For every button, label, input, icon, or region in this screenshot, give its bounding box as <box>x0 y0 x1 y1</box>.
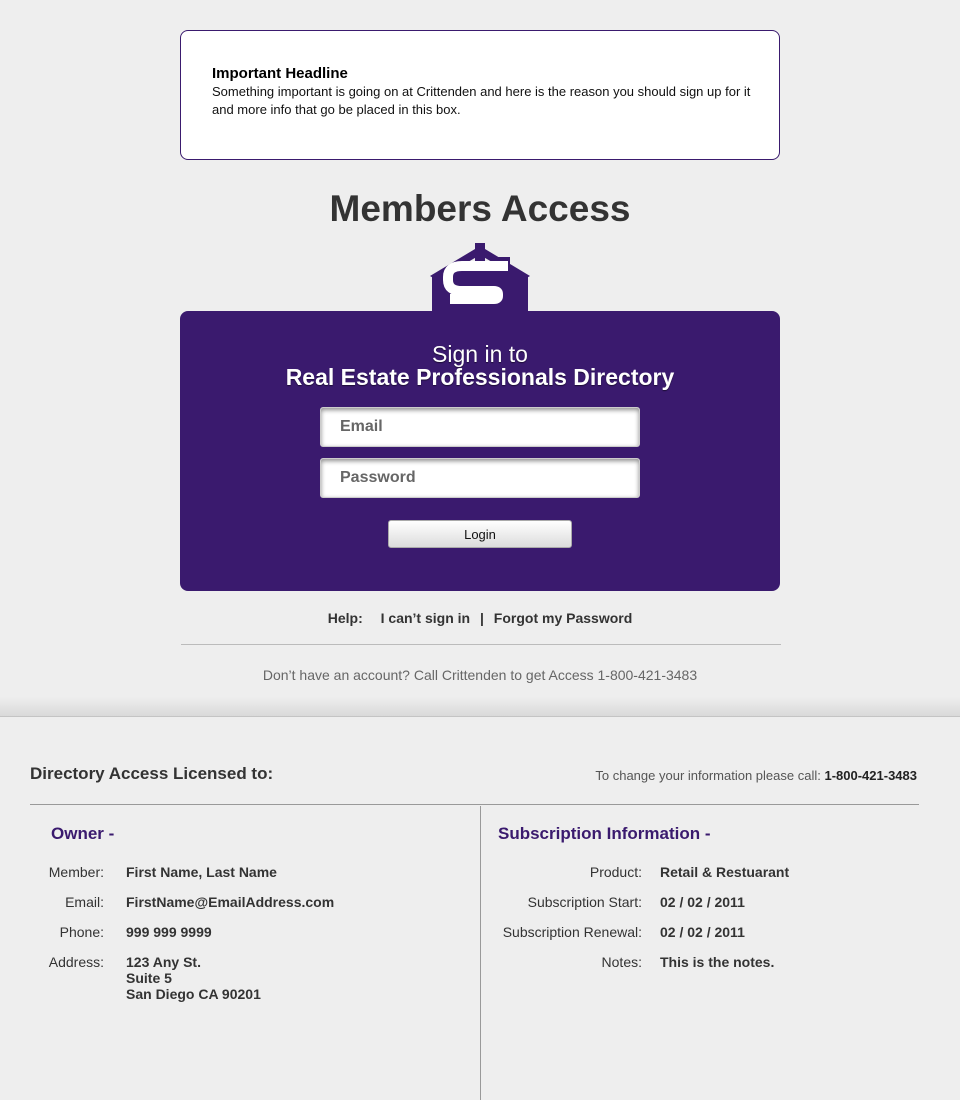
notes-label: Notes: <box>601 954 642 970</box>
house-dollar-icon <box>430 243 530 312</box>
subscription-renewal-value: 02 / 02 / 2011 <box>660 924 745 940</box>
notice-body: Something important is going on at Critt… <box>212 84 751 117</box>
change-info-phone: 1-800-421-3483 <box>824 768 917 783</box>
change-info-label: To change your information please call: <box>595 768 821 783</box>
owner-heading: Owner - <box>51 824 115 843</box>
page-title: Members Access <box>329 188 631 229</box>
section-shadow <box>0 697 960 717</box>
notes-value: This is the notes. <box>660 954 775 970</box>
subscription-renewal-label: Subscription Renewal: <box>502 924 642 940</box>
section-divider <box>0 716 960 717</box>
email-field[interactable] <box>320 407 640 447</box>
member-label: Member: <box>48 864 104 880</box>
no-account-text: Don’t have an account? Call Crittenden t… <box>262 667 698 683</box>
login-button[interactable]: Login <box>388 520 572 548</box>
divider <box>181 644 781 645</box>
product-value: Retail & Restuarant <box>660 864 790 880</box>
help-label: Help: <box>327 610 363 626</box>
signin-panel: Sign in to Real Estate Professionals Dir… <box>180 311 780 591</box>
member-value: First Name, Last Name <box>126 864 277 880</box>
address-line-2: Suite 5 <box>126 970 172 986</box>
license-divider <box>30 804 919 805</box>
address-line-1: 123 Any St. <box>126 954 201 970</box>
help-separator: | <box>479 610 484 626</box>
subscription-start-value: 02 / 02 / 2011 <box>660 894 745 910</box>
product-label: Product: <box>589 864 642 880</box>
help-row: Help: I can’t sign in | Forgot my Passwo… <box>0 610 960 626</box>
password-field[interactable] <box>320 458 640 498</box>
address-label: Address: <box>48 954 104 970</box>
notice-box: Important Headline Something important i… <box>180 30 780 160</box>
forgot-password-link[interactable]: Forgot my Password <box>494 610 632 626</box>
directory-name: Real Estate Professionals Directory <box>285 364 675 390</box>
change-info-text: To change your information please call: … <box>595 768 917 783</box>
column-divider <box>480 806 481 1100</box>
email-value: FirstName@EmailAddress.com <box>126 894 335 910</box>
subscription-start-label: Subscription Start: <box>527 894 642 910</box>
subscription-heading: Subscription Information - <box>498 824 711 843</box>
address-line-3: San Diego CA 90201 <box>126 986 261 1002</box>
phone-label: Phone: <box>59 924 104 940</box>
phone-value: 999 999 9999 <box>126 924 212 940</box>
notice-headline: Important Headline <box>212 65 348 82</box>
license-title: Directory Access Licensed to: <box>30 764 274 783</box>
cant-sign-in-link[interactable]: I can’t sign in <box>381 610 470 626</box>
email-label: Email: <box>65 894 104 910</box>
